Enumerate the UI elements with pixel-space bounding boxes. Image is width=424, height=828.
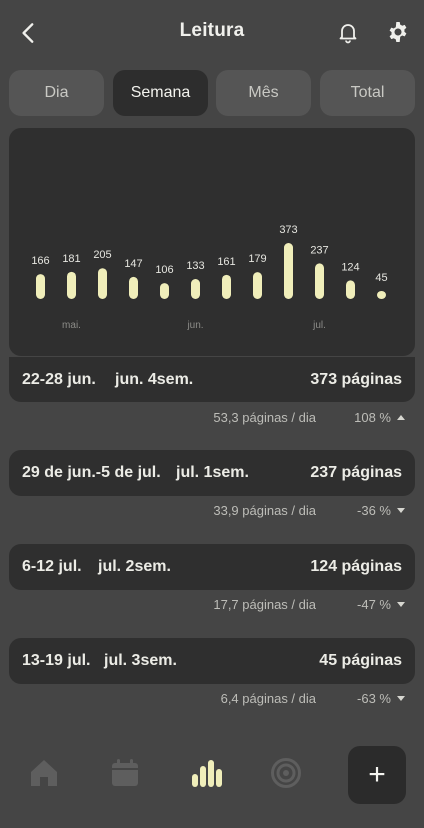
tab-semana[interactable]: Semana	[113, 70, 208, 116]
target-icon[interactable]	[269, 756, 303, 790]
week-range: 29 de jun.-5 de jul.	[22, 464, 161, 481]
chart-bar[interactable]	[191, 279, 200, 299]
tab-label: Semana	[130, 84, 191, 101]
week-pages: 237 páginas	[310, 464, 402, 481]
change-percent[interactable]: -36 %	[357, 503, 405, 518]
month-tick-label: jun.	[186, 320, 203, 331]
change-value: -63 %	[357, 691, 391, 706]
bar-value-label: 147	[124, 258, 142, 270]
change-value: 108 %	[354, 410, 391, 425]
week-pages: 373 páginas	[310, 371, 402, 388]
bar-value-label: 181	[62, 253, 80, 265]
week-card[interactable]: 29 de jun.-5 de jul. jul. 1sem. 237 página…	[9, 450, 415, 496]
chart-bar[interactable]	[253, 272, 262, 299]
week-stats: 6,4 páginas / dia -63 %	[0, 691, 424, 711]
week-label: jul. 1sem.	[176, 464, 249, 481]
month-tick-label: jul.	[312, 320, 326, 331]
home-icon[interactable]	[27, 756, 61, 790]
period-tabs: Dia Semana Mês Total	[9, 70, 415, 116]
pages-per-day: 53,3 páginas / dia	[213, 410, 316, 425]
add-button[interactable]: +	[348, 746, 406, 804]
bar-value-label: 179	[248, 253, 266, 265]
bell-icon[interactable]	[336, 20, 360, 44]
chart-bar[interactable]	[129, 276, 138, 299]
week-pages: 124 páginas	[310, 558, 402, 575]
week-stats: 53,3 páginas / dia 108 %	[0, 410, 424, 430]
chart-bar[interactable]	[36, 274, 45, 299]
chart-bar[interactable]	[346, 280, 355, 299]
month-tick-label: mai.	[62, 320, 81, 331]
tab-dia[interactable]: Dia	[9, 70, 104, 116]
header: Leitura	[0, 0, 424, 64]
bar-value-label: 205	[93, 249, 111, 261]
bar-value-label: 161	[217, 256, 235, 268]
chart-bar[interactable]	[377, 291, 386, 299]
change-value: -47 %	[357, 597, 391, 612]
week-card[interactable]: 6-12 jul. jul. 2sem. 124 páginas	[9, 544, 415, 590]
week-label: jul. 2sem.	[98, 558, 171, 575]
week-card[interactable]: 13-19 jul. jul. 3sem. 45 páginas	[9, 638, 415, 684]
weekly-chart: 166 181 205 147 106 133 161 179 373 237 124 45 mai. j…	[9, 128, 415, 356]
gear-icon[interactable]	[386, 20, 410, 44]
tab-label: Total	[350, 84, 385, 101]
calendar-icon[interactable]	[108, 756, 142, 790]
bottom-nav: +	[0, 740, 424, 828]
chart-bar[interactable]	[160, 283, 169, 299]
pages-per-day: 33,9 páginas / dia	[213, 503, 316, 518]
week-range: 13-19 jul.	[22, 652, 91, 669]
tab-mes[interactable]: Mês	[216, 70, 311, 116]
week-label: jun. 4sem.	[115, 371, 194, 388]
bar-value-label: 166	[31, 255, 49, 267]
tab-label: Dia	[44, 84, 69, 101]
week-range: 6-12 jul.	[22, 558, 82, 575]
week-label: jul. 3sem.	[104, 652, 177, 669]
bar-value-label: 237	[310, 244, 328, 256]
change-value: -36 %	[357, 503, 391, 518]
chart-bar[interactable]	[222, 274, 231, 299]
bar-value-label: 45	[375, 272, 387, 284]
bar-chart: 166 181 205 147 106 133 161 179 373 237 124 45 mai. j…	[31, 224, 387, 331]
week-card[interactable]: 22-28 jun. jun. 4sem. 373 páginas	[9, 357, 415, 402]
chart-bar[interactable]	[67, 271, 76, 299]
caret-down-icon	[397, 602, 405, 607]
week-stats: 33,9 páginas / dia -36 %	[0, 503, 424, 523]
bar-value-label: 106	[155, 264, 173, 276]
chart-bar[interactable]	[98, 268, 107, 299]
caret-down-icon	[397, 508, 405, 513]
change-percent[interactable]: 108 %	[354, 410, 405, 425]
week-range: 22-28 jun.	[22, 371, 96, 388]
bar-chart-icon[interactable]	[189, 756, 223, 790]
caret-down-icon	[397, 696, 405, 701]
week-pages: 45 páginas	[319, 652, 402, 669]
pages-per-day: 17,7 páginas / dia	[213, 597, 316, 612]
caret-up-icon	[397, 415, 405, 420]
bar-value-label: 373	[279, 224, 297, 236]
bar-value-label: 133	[186, 260, 204, 272]
pages-per-day: 6,4 páginas / dia	[220, 691, 316, 706]
page-title: Leitura	[179, 20, 245, 41]
bar-value-label: 124	[341, 261, 359, 273]
change-percent[interactable]: -63 %	[357, 691, 405, 706]
week-stats: 17,7 páginas / dia -47 %	[0, 597, 424, 617]
chart-bar[interactable]	[284, 243, 293, 299]
change-percent[interactable]: -47 %	[357, 597, 405, 612]
chart-bar[interactable]	[315, 263, 324, 299]
tab-label: Mês	[248, 84, 279, 101]
tab-total[interactable]: Total	[320, 70, 415, 116]
